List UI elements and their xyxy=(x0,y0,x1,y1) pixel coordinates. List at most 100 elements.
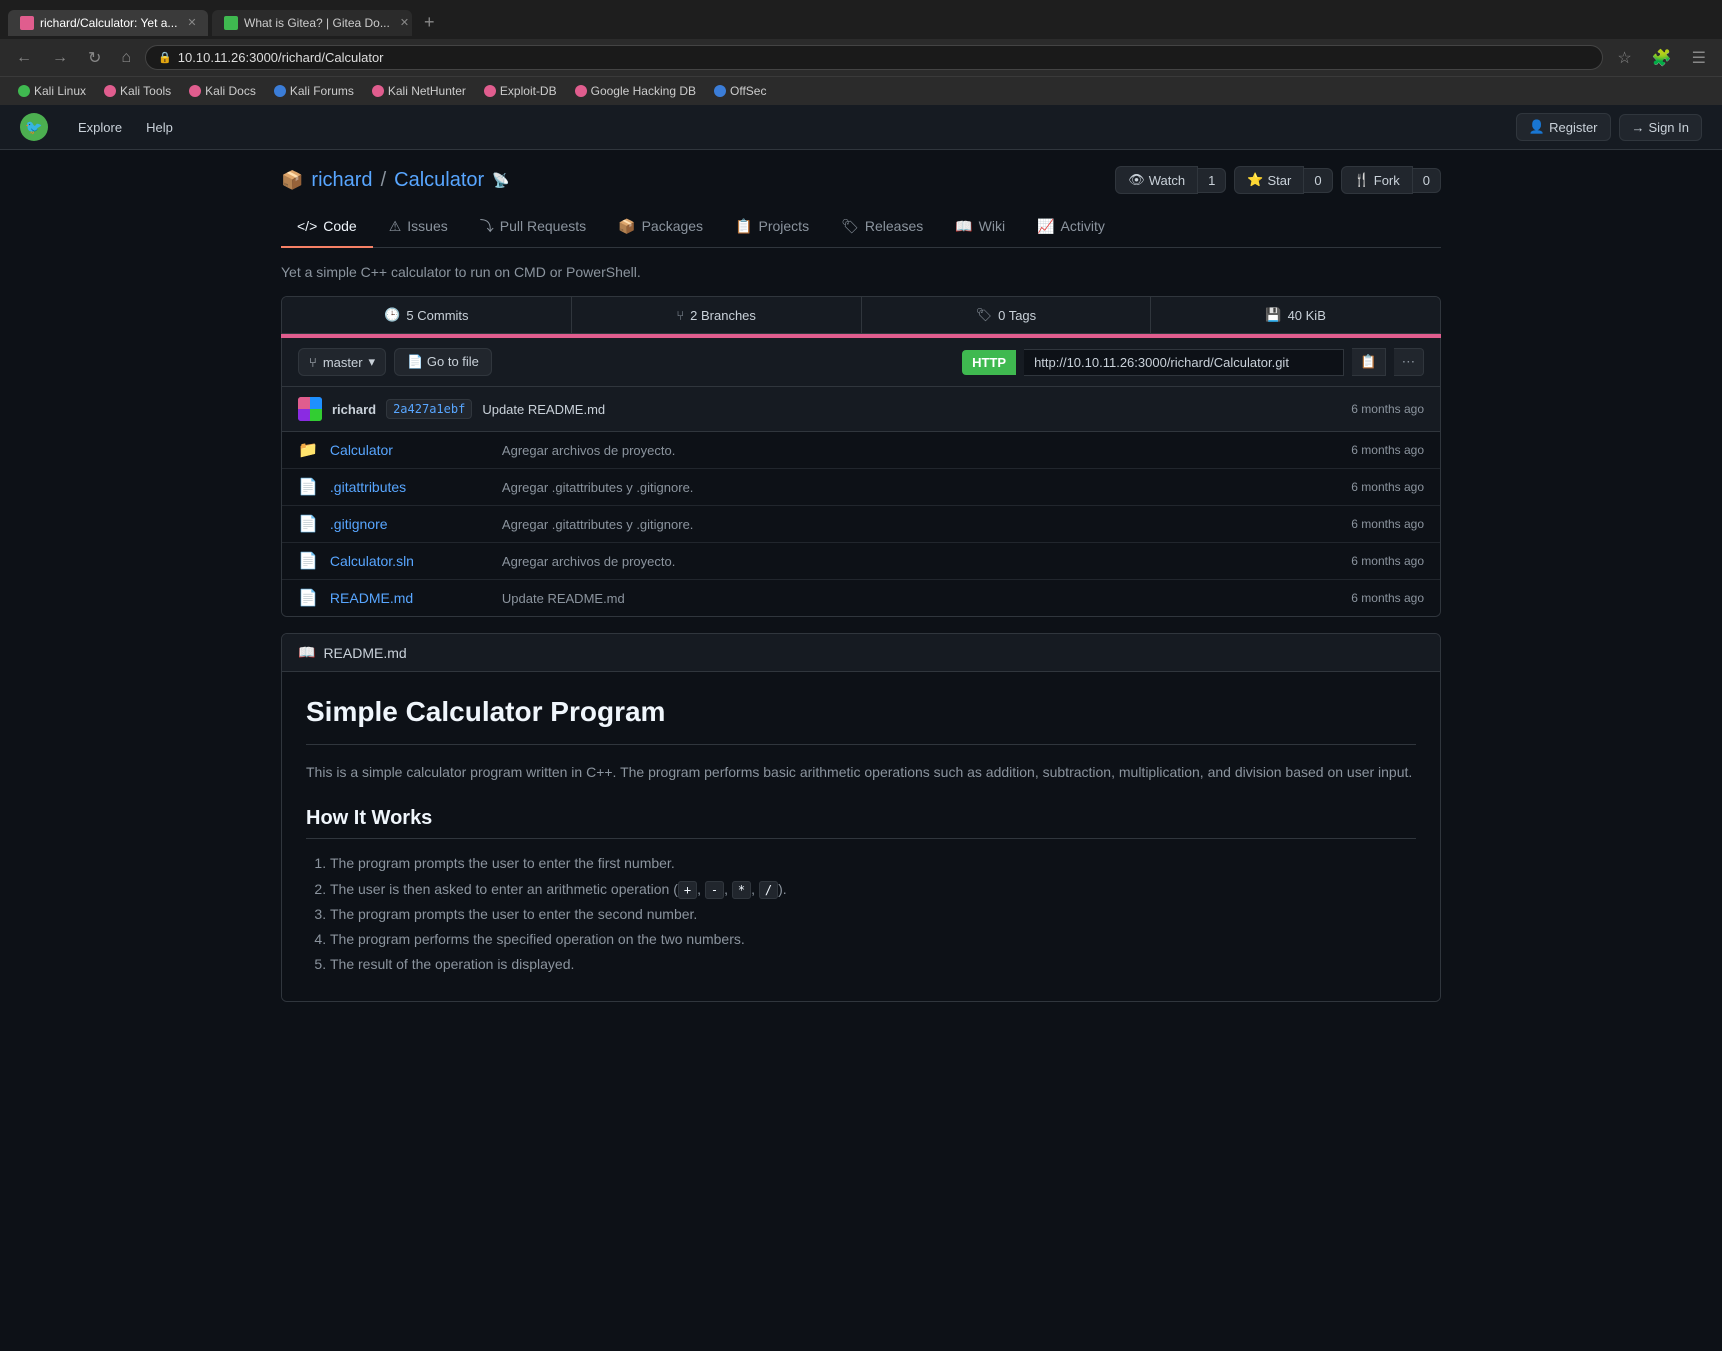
commit-author-name[interactable]: richard xyxy=(332,402,376,417)
tab-pull-requests[interactable]: ⤵ Pull Requests xyxy=(464,206,602,248)
bookmark-kali-docs[interactable]: Kali Docs xyxy=(181,81,264,101)
folder-icon: 📁 xyxy=(298,440,318,460)
bookmark-exploit-db[interactable]: Exploit-DB xyxy=(476,81,565,101)
bookmark-label-offsec: OffSec xyxy=(730,84,766,98)
explore-nav-link[interactable]: Explore xyxy=(68,116,132,139)
rss-icon[interactable]: 📡 xyxy=(492,172,509,189)
bookmark-kali-linux[interactable]: Kali Linux xyxy=(10,81,94,101)
releases-tab-icon: 🏷 xyxy=(841,218,859,235)
fork-count[interactable]: 0 xyxy=(1413,168,1441,193)
file-name-gitattributes[interactable]: .gitattributes xyxy=(330,479,490,495)
pull-requests-tab-label: Pull Requests xyxy=(500,218,586,234)
size-icon: 💾 xyxy=(1265,307,1281,323)
bookmark-offsec[interactable]: OffSec xyxy=(706,81,774,101)
tab-projects[interactable]: 📋 Projects xyxy=(719,206,825,248)
branches-label: 2 Branches xyxy=(690,308,756,323)
commits-icon: 🕒 xyxy=(384,307,400,323)
browser-tab-2[interactable]: What is Gitea? | Gitea Do... ✕ xyxy=(212,10,412,36)
tab-close-2[interactable]: ✕ xyxy=(400,16,409,29)
back-button[interactable]: ← xyxy=(10,47,38,69)
repo-header: 📦 richard / Calculator 📡 👁 Watch 1 ⭐ Sta… xyxy=(281,166,1441,194)
fork-icon: 🍴 xyxy=(1354,172,1370,188)
wiki-tab-label: Wiki xyxy=(979,218,1005,234)
browser-tab-1[interactable]: richard/Calculator: Yet a... ✕ xyxy=(8,10,208,36)
file-name-calculator-sln[interactable]: Calculator.sln xyxy=(330,553,490,569)
bookmark-icon-offsec xyxy=(714,85,726,97)
extensions-button[interactable]: 🧩 xyxy=(1646,46,1678,70)
code-minus: - xyxy=(705,881,724,899)
file-row-calculator: 📁 Calculator Agregar archivos de proyect… xyxy=(282,432,1440,469)
copy-url-button[interactable]: 📋 xyxy=(1352,348,1386,376)
readme-step-3: The program prompts the user to enter th… xyxy=(330,902,1416,927)
repo-name-link[interactable]: Calculator xyxy=(394,169,484,192)
file-name-readme[interactable]: README.md xyxy=(330,590,490,606)
bookmark-google-hacking[interactable]: Google Hacking DB xyxy=(567,81,704,101)
file-doc-icon-3: 📄 xyxy=(298,551,318,571)
watch-action-group: 👁 Watch 1 xyxy=(1115,166,1226,194)
more-options-button[interactable]: ⋯ xyxy=(1394,348,1424,376)
file-doc-icon-4: 📄 xyxy=(298,588,318,608)
readme-step-4-text: The program performs the specified opera… xyxy=(330,931,745,947)
stat-commits[interactable]: 🕒 5 Commits xyxy=(282,297,572,333)
new-tab-button[interactable]: + xyxy=(416,6,443,39)
person-icon: 👤 xyxy=(1529,119,1545,135)
readme-filename: README.md xyxy=(323,645,406,661)
file-name-gitignore[interactable]: .gitignore xyxy=(330,516,490,532)
tags-icon: 🏷 xyxy=(976,307,993,323)
tab-favicon-2 xyxy=(224,16,238,30)
activity-tab-label: Activity xyxy=(1061,218,1105,234)
commit-time: 6 months ago xyxy=(1351,402,1424,416)
fork-button[interactable]: 🍴 Fork xyxy=(1341,166,1413,194)
go-to-file-button[interactable]: 📄 Go to file xyxy=(394,348,492,376)
bookmark-label-google-hacking: Google Hacking DB xyxy=(591,84,696,98)
watch-button[interactable]: 👁 Watch xyxy=(1115,166,1198,194)
bookmark-kali-forums[interactable]: Kali Forums xyxy=(266,81,362,101)
sign-in-button[interactable]: → Sign In xyxy=(1619,114,1702,141)
stat-tags[interactable]: 🏷 0 Tags xyxy=(862,297,1152,333)
stat-branches[interactable]: ⑂ 2 Branches xyxy=(572,297,862,333)
tab-activity[interactable]: 📈 Activity xyxy=(1021,206,1121,248)
bookmark-button[interactable]: ☆ xyxy=(1611,46,1637,70)
tab-issues[interactable]: ⚠ Issues xyxy=(373,206,464,248)
bookmark-kali-nethunter[interactable]: Kali NetHunter xyxy=(364,81,474,101)
register-label: Register xyxy=(1549,120,1597,135)
file-row-calculator-sln: 📄 Calculator.sln Agregar archivos de pro… xyxy=(282,543,1440,580)
address-bar[interactable]: 🔒 10.10.11.26:3000/richard/Calculator xyxy=(145,45,1603,70)
gitea-logo[interactable]: 🐦 xyxy=(20,113,48,141)
watch-label: Watch xyxy=(1149,173,1185,188)
readme-step-1-text: The program prompts the user to enter th… xyxy=(330,855,675,871)
file-time-calculator-sln: 6 months ago xyxy=(1351,554,1424,568)
tab-packages[interactable]: 📦 Packages xyxy=(602,206,719,248)
star-count[interactable]: 0 xyxy=(1304,168,1332,193)
tab-close-1[interactable]: ✕ xyxy=(187,16,196,29)
clone-url-input[interactable] xyxy=(1024,349,1344,376)
stat-size[interactable]: 💾 40 KiB xyxy=(1151,297,1440,333)
activity-tab-icon: 📈 xyxy=(1037,218,1054,235)
tab-releases[interactable]: 🏷 Releases xyxy=(825,206,939,248)
tab-wiki[interactable]: 📖 Wiki xyxy=(939,206,1021,248)
bookmark-icon-google-hacking xyxy=(575,85,587,97)
forward-button[interactable]: → xyxy=(46,47,74,69)
file-name-calculator[interactable]: Calculator xyxy=(330,442,490,458)
repo-owner-link[interactable]: richard xyxy=(311,169,372,192)
reload-button[interactable]: ↻ xyxy=(82,46,107,70)
tab-code[interactable]: </> Code xyxy=(281,206,373,248)
file-time-calculator: 6 months ago xyxy=(1351,443,1424,457)
stats-bar: 🕒 5 Commits ⑂ 2 Branches 🏷 0 Tags 💾 40 K… xyxy=(281,296,1441,334)
menu-button[interactable]: ☰ xyxy=(1686,46,1712,70)
home-button[interactable]: ⌂ xyxy=(115,47,137,69)
bookmark-kali-tools[interactable]: Kali Tools xyxy=(96,81,179,101)
http-button[interactable]: HTTP xyxy=(962,350,1016,375)
file-row-gitignore: 📄 .gitignore Agregar .gitattributes y .g… xyxy=(282,506,1440,543)
help-nav-link[interactable]: Help xyxy=(136,116,183,139)
readme-intro: This is a simple calculator program writ… xyxy=(306,761,1416,783)
register-button[interactable]: 👤 Register xyxy=(1516,113,1611,141)
file-commit-calculator-sln: Agregar archivos de proyecto. xyxy=(502,554,1339,569)
go-to-file-label: Go to file xyxy=(427,354,479,369)
commit-hash[interactable]: 2a427a1ebf xyxy=(386,399,472,419)
star-button[interactable]: ⭐ Star xyxy=(1234,166,1304,194)
watch-count[interactable]: 1 xyxy=(1198,168,1226,193)
browser-chrome: richard/Calculator: Yet a... ✕ What is G… xyxy=(0,0,1722,105)
sign-in-label: Sign In xyxy=(1649,120,1689,135)
branch-selector[interactable]: ⑂ master ▾ xyxy=(298,348,386,376)
